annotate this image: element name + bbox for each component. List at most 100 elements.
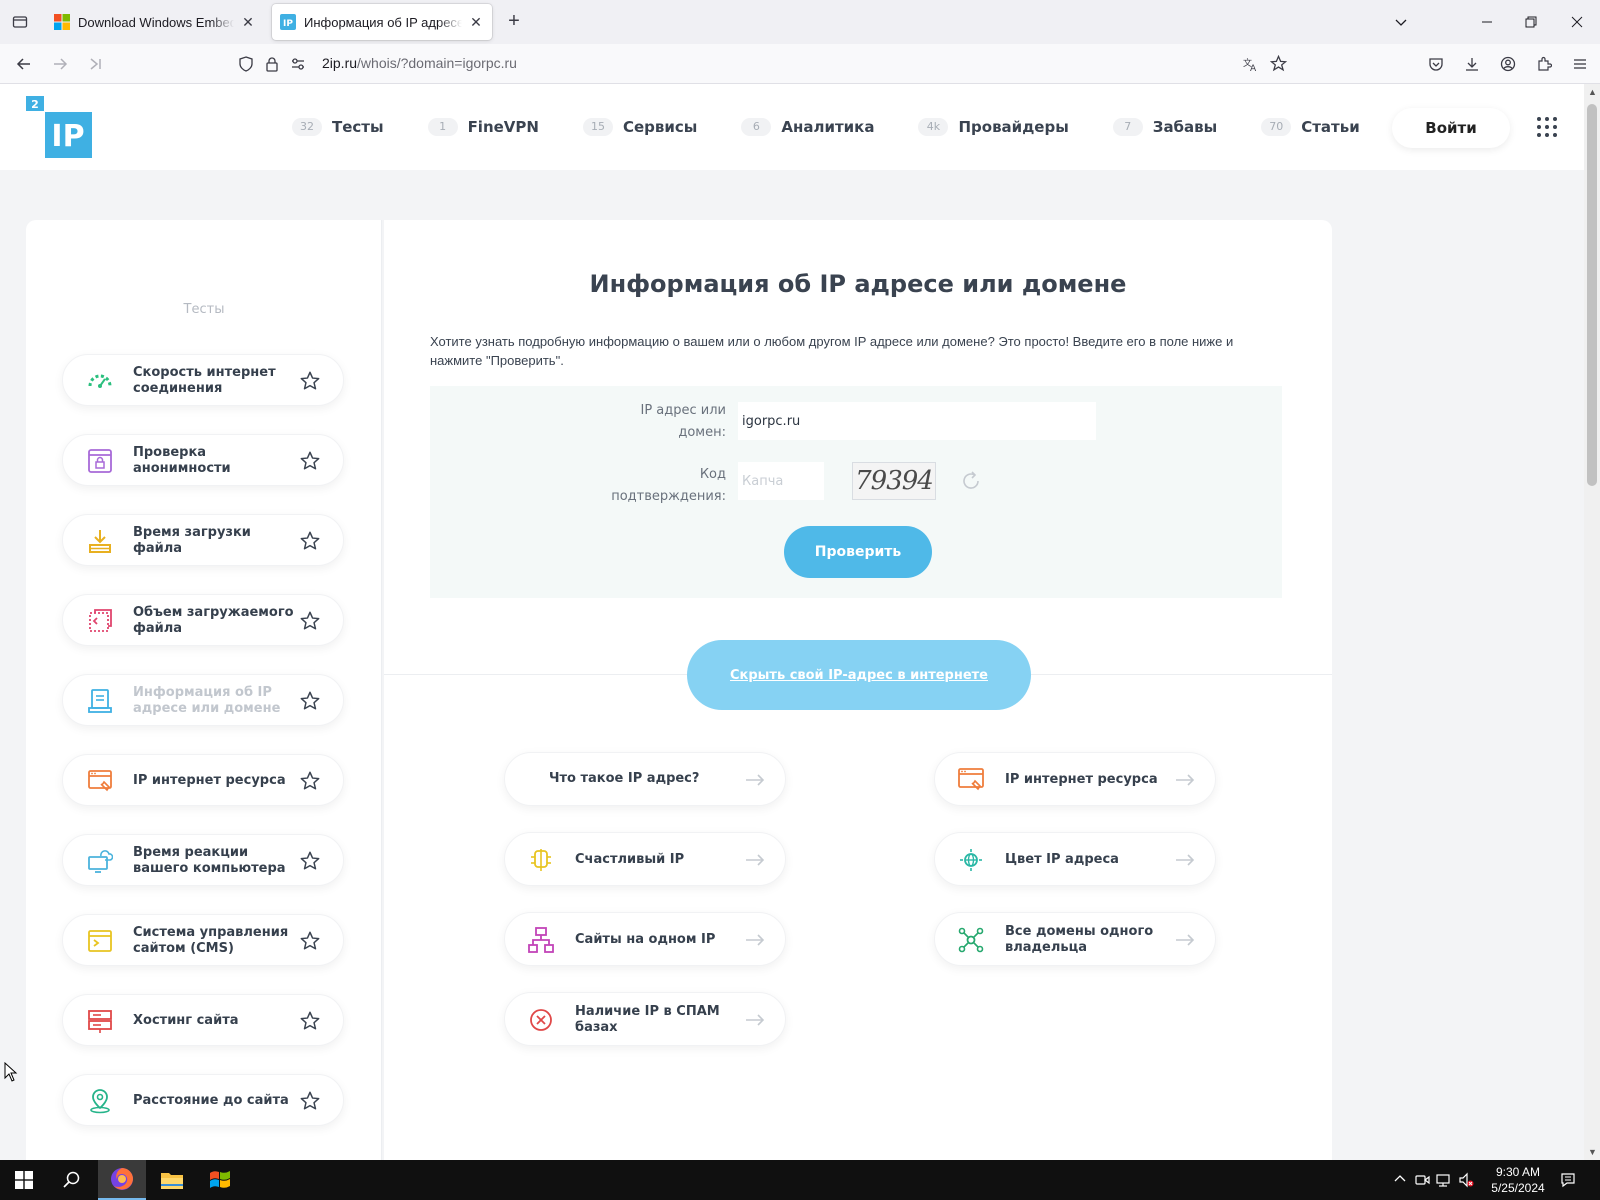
volume-muted-icon[interactable] <box>1458 1172 1474 1188</box>
link-ip-color[interactable]: Цвет IP адреса <box>934 832 1216 886</box>
link-what-is-ip[interactable]: Что такое IP адрес? <box>504 752 786 806</box>
nav-item-fun[interactable]: 7 Забавы <box>1112 118 1217 136</box>
system-clock[interactable]: 9:30 AM 5/25/2024 <box>1480 1164 1556 1196</box>
bookmark-star-icon[interactable] <box>1269 54 1288 75</box>
favorite-star-icon[interactable] <box>299 530 321 552</box>
favorite-star-icon[interactable] <box>299 370 321 392</box>
forward-arrow-icon[interactable] <box>48 52 72 76</box>
sidebar-item-anonymity[interactable]: Проверка анонимности <box>62 434 344 486</box>
ip-domain-input[interactable] <box>738 402 1096 440</box>
sidebar-item-ip-info[interactable]: Информация об IP адресе или домене <box>62 674 344 726</box>
tab-download-windows[interactable]: Download Windows Embedded ✕ <box>46 4 264 40</box>
favorite-star-icon[interactable] <box>299 1090 321 1112</box>
minimize-icon[interactable] <box>1464 0 1510 44</box>
sidebar-item-hosting[interactable]: Хостинг сайта <box>62 994 344 1046</box>
restore-icon[interactable] <box>1508 0 1554 44</box>
nav-item-tests[interactable]: 32 Тесты <box>292 118 384 136</box>
scroll-up-icon[interactable]: ▲ <box>1588 88 1597 97</box>
account-icon[interactable] <box>1496 52 1520 76</box>
login-button[interactable]: Войти <box>1392 108 1510 148</box>
apps-grid-icon[interactable] <box>1536 116 1558 138</box>
arrow-right-icon <box>745 853 765 867</box>
check-button[interactable]: Проверить <box>784 526 932 578</box>
favorite-star-icon[interactable] <box>299 450 321 472</box>
favorite-star-icon[interactable] <box>299 1010 321 1032</box>
hide-ip-button[interactable]: Скрыть свой IP-адрес в интернете <box>687 640 1031 710</box>
tab-title: Download Windows Embedded <box>78 14 234 30</box>
taskbar-windows-app[interactable] <box>196 1160 244 1200</box>
link-label: Цвет IP адреса <box>1005 852 1119 867</box>
nav-label: Сервисы <box>622 118 698 136</box>
link-happy-ip[interactable]: Счастливый IP <box>504 832 786 886</box>
tray-chevron-up-icon[interactable] <box>1392 1172 1408 1188</box>
network-icon[interactable] <box>1436 1172 1452 1188</box>
sidebar-item-label: Время загрузки файла <box>133 525 251 556</box>
hide-ip-link[interactable]: Скрыть свой IP-адрес в интернете <box>730 668 988 683</box>
favorite-star-icon[interactable] <box>299 850 321 872</box>
menu-icon[interactable] <box>1568 52 1592 76</box>
firefox-icon <box>111 1168 133 1190</box>
nav-item-finevpn[interactable]: 1 FineVPN <box>427 118 539 136</box>
chevron-down-icon[interactable] <box>1378 0 1424 44</box>
nav-item-articles[interactable]: 70 Статьи <box>1261 118 1360 136</box>
favorite-star-icon[interactable] <box>299 610 321 632</box>
sidebar-item-download-time[interactable]: Время загрузки файла <box>62 514 344 566</box>
link-spam-check[interactable]: Наличие IP в СПАМ базах <box>504 992 786 1046</box>
new-tab-icon[interactable]: + <box>502 10 526 34</box>
windows-taskbar: 9:30 AM 5/25/2024 <box>0 1160 1600 1200</box>
nav-item-services[interactable]: 15 Сервисы <box>582 118 698 136</box>
sidebar-item-label: Расстояние до сайта <box>133 1093 289 1108</box>
arrow-right-icon <box>1175 853 1195 867</box>
link-ip-resource[interactable]: IP интернет ресурса <box>934 752 1216 806</box>
search-button[interactable] <box>48 1160 96 1200</box>
sidebar-item-distance[interactable]: Расстояние до сайта <box>62 1074 344 1126</box>
close-window-icon[interactable] <box>1554 0 1600 44</box>
scrollbar-thumb[interactable] <box>1587 104 1597 486</box>
pocket-icon[interactable] <box>1424 52 1448 76</box>
close-tab-icon[interactable]: ✕ <box>240 14 256 30</box>
start-button[interactable] <box>0 1160 48 1200</box>
tab-list-icon[interactable] <box>8 10 32 34</box>
tab-ip-info[interactable]: IP Информация об IP адресе или ✕ <box>272 4 492 40</box>
shield-icon[interactable] <box>238 56 254 75</box>
link-owner-domains[interactable]: Все домены одного владельца <box>934 912 1216 966</box>
sidebar-item-reaction-time[interactable]: Время реакции вашего компьютера <box>62 834 344 886</box>
page-settings-icon[interactable] <box>290 56 306 75</box>
nav-item-analytics[interactable]: 6 Аналитика <box>741 118 874 136</box>
refresh-captcha-icon[interactable] <box>960 470 982 492</box>
main-nav: 32 Тесты 1 FineVPN 15 Сервисы 6 Аналитика 4k… <box>292 84 1404 170</box>
close-tab-icon[interactable]: ✕ <box>468 14 484 30</box>
captcha-input[interactable] <box>738 462 824 500</box>
favorite-star-icon[interactable] <box>299 690 321 712</box>
site-logo[interactable]: 2 IP <box>26 96 92 158</box>
nav-label: FineVPN <box>467 118 539 136</box>
server-icon <box>87 1008 113 1034</box>
link-sites-on-ip[interactable]: Сайты на одном IP <box>504 912 786 966</box>
translate-icon[interactable]: 文A <box>1242 56 1258 75</box>
sidebar-item-ip-resource[interactable]: IP интернет ресурса <box>62 754 344 806</box>
sidebar-item-file-size[interactable]: Объем загружаемого файла <box>62 594 344 646</box>
favorite-star-icon[interactable] <box>299 930 321 952</box>
favorite-star-icon[interactable] <box>299 770 321 792</box>
address-bar[interactable]: 2ip.ru/whois/?domain=igorpc.ru 文A <box>232 48 1296 80</box>
sidebar-item-cms[interactable]: Система управления сайтом (CMS) <box>62 914 344 966</box>
link-label: Что такое IP адрес? <box>549 771 700 786</box>
download-icon[interactable] <box>1460 52 1484 76</box>
sidebar-item-speed[interactable]: Скорость интернет соединения <box>62 354 344 406</box>
reload-icon[interactable] <box>84 52 108 76</box>
lock-icon[interactable] <box>264 56 280 75</box>
back-arrow-icon[interactable] <box>12 52 36 76</box>
download-tray-icon <box>87 528 113 554</box>
logo-text: IP <box>51 119 84 154</box>
taskbar-firefox[interactable] <box>98 1160 146 1200</box>
site-header: 2 IP 32 Тесты 1 FineVPN 15 Сервисы 6 Аналити… <box>0 84 1584 170</box>
extensions-icon[interactable] <box>1532 52 1556 76</box>
sidebar-title: Тесты <box>183 302 225 317</box>
nav-item-providers[interactable]: 4k Провайдеры <box>918 118 1069 136</box>
notifications-icon[interactable] <box>1560 1172 1576 1188</box>
scroll-down-icon[interactable]: ▼ <box>1588 1148 1597 1157</box>
page-scrollbar[interactable]: ▲ ▼ <box>1584 84 1600 1160</box>
network-nodes-icon <box>957 926 985 954</box>
taskbar-file-explorer[interactable] <box>148 1160 196 1200</box>
meet-now-icon[interactable] <box>1414 1172 1430 1188</box>
